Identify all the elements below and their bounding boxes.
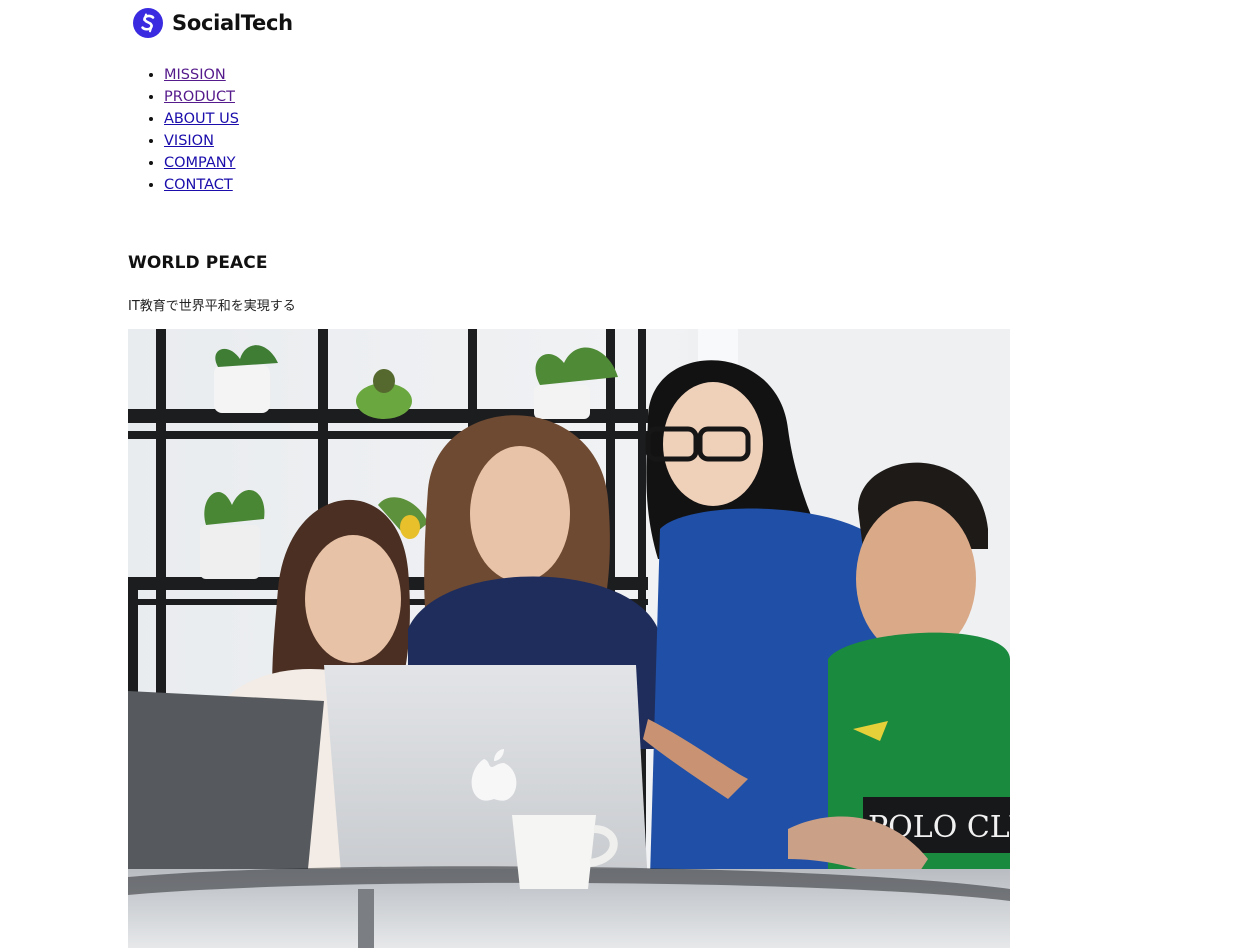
page: SocialTech MISSION PRODUCT ABOUT US VISI… bbox=[0, 0, 1234, 952]
nav-link-about-us[interactable]: ABOUT US bbox=[164, 111, 239, 127]
hero-title: WORLD PEACE bbox=[128, 253, 268, 273]
nav-item-mission: MISSION bbox=[164, 64, 239, 86]
nav-item-product: PRODUCT bbox=[164, 86, 239, 108]
site-header: SocialTech bbox=[133, 6, 293, 40]
main-nav: MISSION PRODUCT ABOUT US VISION COMPANY … bbox=[124, 64, 239, 196]
nav-item-about-us: ABOUT US bbox=[164, 108, 239, 130]
hero-subtitle: IT教育で世界平和を実現する bbox=[128, 299, 296, 314]
nav-link-contact[interactable]: CONTACT bbox=[164, 177, 233, 193]
nav-link-mission[interactable]: MISSION bbox=[164, 67, 226, 83]
brand-name[interactable]: SocialTech bbox=[172, 11, 293, 35]
hero-team-photo: POLO CLUB bbox=[128, 329, 1010, 948]
s-logo-icon[interactable] bbox=[133, 8, 163, 38]
nav-link-company[interactable]: COMPANY bbox=[164, 155, 236, 171]
nav-item-vision: VISION bbox=[164, 130, 239, 152]
nav-link-product[interactable]: PRODUCT bbox=[164, 89, 235, 105]
nav-item-contact: CONTACT bbox=[164, 174, 239, 196]
nav-item-company: COMPANY bbox=[164, 152, 239, 174]
nav-link-vision[interactable]: VISION bbox=[164, 133, 214, 149]
